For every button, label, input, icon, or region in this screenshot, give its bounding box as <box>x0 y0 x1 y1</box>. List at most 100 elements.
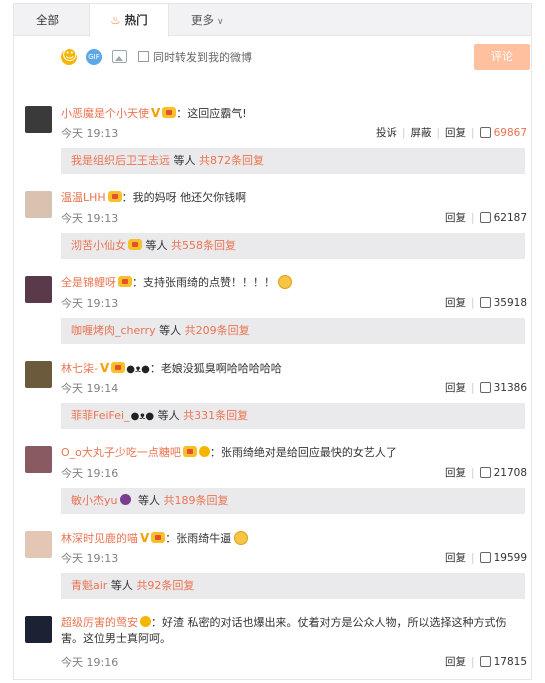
sub-reply-user[interactable]: 敏小杰yu <box>71 494 117 507</box>
sub-reply-count[interactable]: 共209条回复 <box>185 324 250 337</box>
comment-username[interactable]: 小恶魔是个小天使 <box>61 107 149 120</box>
sub-reply-count[interactable]: 共189条回复 <box>163 494 228 507</box>
sub-reply-mid: 等人 <box>110 579 133 592</box>
vip-crown-icon <box>162 107 177 118</box>
avatar[interactable] <box>25 361 52 388</box>
like-count[interactable]: 69867 <box>494 127 527 139</box>
reply-button[interactable]: 回复 <box>445 552 466 564</box>
comment-text: 这回应霸气! <box>187 107 247 120</box>
comment-text: 我的妈呀 他还欠你钱啊 <box>132 191 247 204</box>
comment-item: 林七柒- V ●ᴥ●：老娘没狐臭啊哈哈哈哈哈 今天 19:14 回复 | 31386 菲… <box>14 353 531 438</box>
block-button[interactable]: 屏蔽 <box>411 127 432 139</box>
like-count[interactable]: 31386 <box>494 382 527 394</box>
fire-icon: ♨ <box>110 13 121 27</box>
sub-reply-user[interactable]: 沏苦小仙女 <box>71 239 126 252</box>
tab-all[interactable]: 全部 <box>36 4 59 36</box>
sub-reply-user[interactable]: 咖喱烤肉_cherry <box>71 324 156 337</box>
comment-time: 今天 19:13 <box>61 127 119 140</box>
like-count[interactable]: 21708 <box>494 467 527 479</box>
comment-time: 今天 19:13 <box>61 212 119 225</box>
reply-button[interactable]: 回复 <box>445 212 466 224</box>
sub-reply-summary[interactable]: 青魁air 等人 共92条回复 <box>61 573 525 599</box>
avatar[interactable] <box>25 106 52 133</box>
comment-item: 林深时见鹿的喵 V ：张雨绮牛逼 今天 19:13 回复 | 19599 青魁air 等… <box>14 523 531 608</box>
comment-actions: 回复 | 19599 <box>445 552 527 564</box>
avatar[interactable] <box>25 191 52 218</box>
comment-time: 今天 19:16 <box>61 656 119 669</box>
comment-panel: 全部 ♨热门 更多∨ GIF 同时转发到我的微博 评论 小恶魔是个小天使V：这回… <box>13 3 532 680</box>
sub-reply-count[interactable]: 共92条回复 <box>136 579 194 592</box>
sub-reply-user[interactable]: 菲菲FeiFei_ <box>71 409 130 422</box>
sub-reply-mid: 等人 <box>173 154 196 167</box>
comment-head: 温温LHH ：我的妈呀 他还欠你钱啊 <box>61 191 247 204</box>
submit-comment-button[interactable]: 评论 <box>474 44 530 70</box>
member-icon <box>120 494 132 505</box>
reply-button[interactable]: 回复 <box>445 297 466 309</box>
tab-more[interactable]: 更多 ∨ <box>191 4 224 36</box>
smile-emoji-icon <box>234 531 249 545</box>
avatar[interactable] <box>25 446 52 473</box>
comment-username[interactable]: 林七柒- <box>61 362 98 375</box>
like-count[interactable]: 62187 <box>494 212 527 224</box>
thumb-up-icon[interactable] <box>479 212 491 223</box>
reply-button[interactable]: 回复 <box>445 382 466 394</box>
comment-item: O_o大丸子少吃一点糖吧 ：张雨绮绝对是给回应最快的女艺人了 今天 19:16 回… <box>14 438 531 523</box>
sub-reply-summary[interactable]: 咖喱烤肉_cherry 等人 共209条回复 <box>61 318 525 344</box>
sub-reply-user[interactable]: 我是组织后卫王志远 <box>71 154 170 167</box>
thumb-up-icon[interactable] <box>479 467 491 478</box>
sub-reply-user[interactable]: 青魁air <box>71 579 107 592</box>
verified-v-icon: V <box>151 106 161 120</box>
vip-crown-icon <box>182 446 197 457</box>
avatar[interactable] <box>25 616 52 643</box>
sub-reply-summary[interactable]: 敏小杰yu 等人 共189条回复 <box>61 488 525 514</box>
emoji-icon[interactable] <box>61 46 78 65</box>
forward-checkbox[interactable] <box>138 51 149 62</box>
sub-reply-summary[interactable]: 沏苦小仙女 等人 共558条回复 <box>61 233 525 259</box>
sub-reply-count[interactable]: 共331条回复 <box>183 409 248 422</box>
gold-medal-icon <box>198 446 210 457</box>
sub-reply-mid: 等人 <box>137 494 160 507</box>
reply-button[interactable]: 回复 <box>445 656 466 668</box>
thumb-up-icon[interactable] <box>479 552 491 563</box>
sub-reply-count[interactable]: 共872条回复 <box>199 154 264 167</box>
thumb-up-icon[interactable] <box>479 382 491 393</box>
comment-head: 超级厉害的莺安 ：好渣 私密的对话也爆出来。仗着对方是公众人物，所以选择这种方式伤… <box>61 616 507 645</box>
sticker-icon[interactable]: GIF <box>86 49 102 65</box>
avatar[interactable] <box>25 276 52 303</box>
thumb-up-icon[interactable] <box>479 297 491 308</box>
like-count[interactable]: 19599 <box>494 552 527 564</box>
comment-username[interactable]: 林深时见鹿的喵 <box>61 532 138 545</box>
sub-reply-summary[interactable]: 菲菲FeiFei_●ᴥ● 等人 共331条回复 <box>61 403 525 429</box>
sub-reply-count[interactable]: 共558条回复 <box>171 239 236 252</box>
comment-username[interactable]: 超级厉害的莺安 <box>61 616 138 629</box>
comment-list: 小恶魔是个小天使 V ：这回应霸气! 今天 19:13 投诉 | 屏蔽 | 回复 | 69867… <box>14 98 531 679</box>
like-count[interactable]: 17815 <box>494 656 527 668</box>
reply-button[interactable]: 回复 <box>445 127 466 139</box>
comment-username[interactable]: 全是锦鲤呀 <box>61 276 116 289</box>
comment-username[interactable]: 温温LHH <box>61 191 106 204</box>
sub-reply-mid: 等人 <box>145 239 168 252</box>
image-icon[interactable] <box>112 50 127 63</box>
tab-hot[interactable]: ♨ 热门 <box>89 4 169 37</box>
sub-reply-summary[interactable]: 我是组织后卫王志远 等人 共872条回复 <box>61 148 525 174</box>
comment-username[interactable]: O_o大丸子少吃一点糖吧 <box>61 446 181 459</box>
comment-actions: 回复 | 35918 <box>445 297 527 309</box>
like-count[interactable]: 35918 <box>494 297 527 309</box>
comment-actions: 回复 | 17815 <box>445 656 527 668</box>
report-button[interactable]: 投诉 <box>376 127 397 139</box>
comment-item: 小恶魔是个小天使 V ：这回应霸气! 今天 19:13 投诉 | 屏蔽 | 回复 | 69867… <box>14 98 531 183</box>
thumb-up-icon[interactable] <box>479 656 491 667</box>
verified-v-icon: V <box>99 361 110 375</box>
vip-crown-icon <box>151 532 166 543</box>
vip-crown-icon <box>111 362 126 373</box>
comment-head: 全是锦鲤呀 ：支持张雨绮的点赞！！！！ <box>61 275 526 291</box>
vip-crown-icon <box>118 276 132 287</box>
sub-reply-mid: 等人 <box>159 324 182 337</box>
verified-v-icon: V <box>140 531 150 545</box>
thumb-up-icon[interactable] <box>479 127 491 138</box>
comment-head: 林深时见鹿的喵 V ：张雨绮牛逼 <box>61 530 526 547</box>
comment-item: 温温LHH ：我的妈呀 他还欠你钱啊 今天 19:13 回复 | 62187 沏苦小仙… <box>14 183 531 268</box>
tab-hot-label: 热门 <box>124 13 148 27</box>
avatar[interactable] <box>25 531 52 558</box>
reply-button[interactable]: 回复 <box>445 467 466 479</box>
